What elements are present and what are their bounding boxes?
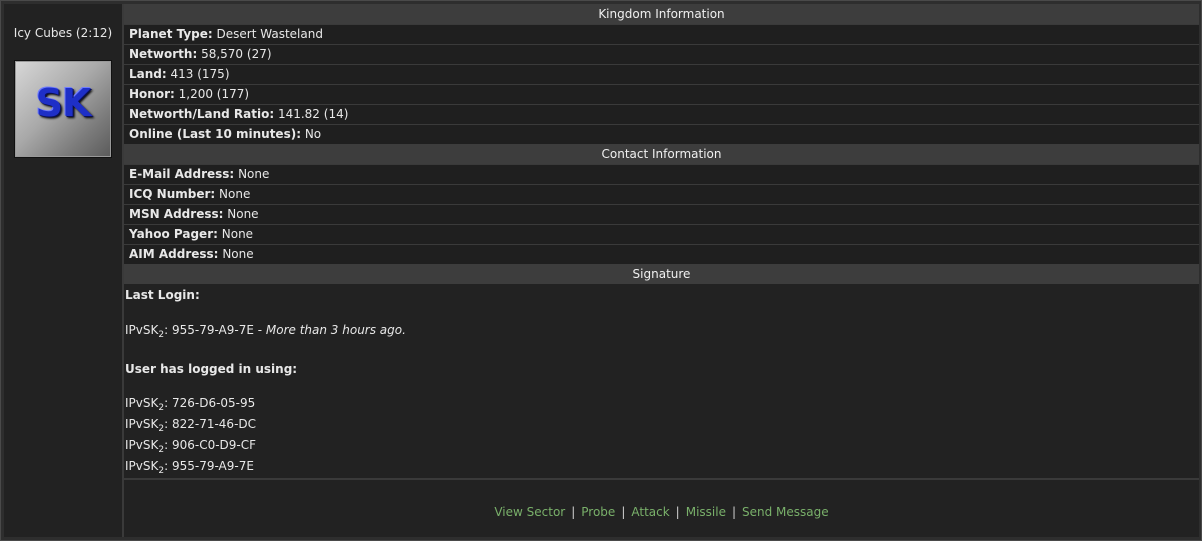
msn-row: MSN Address: None [124, 204, 1199, 224]
row-value: 413 (175) [170, 67, 230, 81]
ip-address: : 822-71-46-DC [164, 417, 257, 431]
row-value: None [221, 227, 254, 241]
ip-address: : 726-D6-05-95 [164, 396, 256, 410]
row-value: None [238, 167, 270, 181]
link-separator: | [675, 505, 680, 519]
row-value: No [304, 127, 322, 141]
ip-prefix: IPvSK [125, 323, 159, 337]
ip-address: : 955-79-A9-7E - [164, 323, 266, 337]
row-label: AIM Address: [129, 247, 219, 261]
row-label: Planet Type: [129, 27, 213, 41]
row-label: E-Mail Address: [129, 167, 235, 181]
row-value: 1,200 (177) [178, 87, 250, 101]
networth-land-ratio-row: Networth/Land Ratio: 141.82 (14) [124, 104, 1199, 124]
aim-row: AIM Address: None [124, 244, 1199, 264]
logo-text: SK [35, 81, 92, 125]
view-sector-link[interactable]: View Sector [494, 505, 565, 519]
row-value: None [222, 247, 254, 261]
row-value: 141.82 (14) [277, 107, 349, 121]
row-label: MSN Address: [129, 207, 224, 221]
ip-prefix: IPvSK [125, 459, 159, 473]
row-value: None [219, 187, 251, 201]
probe-link[interactable]: Probe [581, 505, 615, 519]
honor-row: Honor: 1,200 (177) [124, 84, 1199, 104]
email-row: E-Mail Address: None [124, 164, 1199, 184]
row-label: Networth: [129, 47, 198, 61]
info-panel: Kingdom Information Planet Type: Desert … [124, 4, 1199, 537]
kingdom-info-header: Kingdom Information [124, 4, 1199, 24]
signature-body: Last Login: IPvSK2: 955-79-A9-7E - More … [124, 284, 1199, 477]
kingdom-logo: SK [14, 60, 112, 158]
last-login-entry: IPvSK2: 955-79-A9-7E - More than 3 hours… [125, 320, 1199, 341]
icq-row: ICQ Number: None [124, 184, 1199, 204]
ip-address: : 955-79-A9-7E [164, 459, 254, 473]
link-separator: | [731, 505, 737, 519]
attack-link[interactable]: Attack [631, 505, 669, 519]
row-label: Networth/Land Ratio: [129, 107, 275, 121]
ip-prefix: IPvSK [125, 417, 159, 431]
ip-address: : 906-C0-D9-CF [164, 438, 257, 452]
action-links: View Sector | Probe | Attack | Missile | Send Me… [124, 505, 1199, 519]
send-message-link[interactable]: Send Message [742, 505, 829, 519]
online-row: Online (Last 10 minutes): No [124, 124, 1199, 144]
signature-header: Signature [124, 264, 1199, 284]
link-separator: | [571, 505, 576, 519]
land-row: Land: 413 (175) [124, 64, 1199, 84]
yahoo-row: Yahoo Pager: None [124, 224, 1199, 244]
profile-panel: Icy Cubes (2:12) SK [4, 4, 124, 537]
page-frame: Icy Cubes (2:12) SK Kingdom Information … [0, 0, 1202, 541]
ip-prefix: IPvSK [125, 438, 159, 452]
logged-in-using-label: User has logged in using: [125, 362, 298, 376]
row-label: Yahoo Pager: [129, 227, 218, 241]
row-value: 58,570 (27) [201, 47, 272, 61]
link-separator: | [621, 505, 626, 519]
kingdom-name: Icy Cubes (2:12) [13, 26, 113, 40]
row-value: None [227, 207, 259, 221]
ip-history-item: IPvSK2: 955-79-A9-7E [125, 456, 1199, 477]
ip-history-item: IPvSK2: 726-D6-05-95 [125, 393, 1199, 414]
ip-history-item: IPvSK2: 822-71-46-DC [125, 414, 1199, 435]
row-value: Desert Wasteland [216, 27, 323, 41]
contact-info-header: Contact Information [124, 144, 1199, 164]
row-label: Land: [129, 67, 167, 81]
divider [124, 478, 1199, 480]
row-label: Online (Last 10 minutes): [129, 127, 301, 141]
missile-link[interactable]: Missile [686, 505, 726, 519]
last-login-time: More than 3 hours ago. [265, 323, 406, 337]
last-login-label: Last Login: [125, 288, 200, 302]
ip-prefix: IPvSK [125, 396, 159, 410]
networth-row: Networth: 58,570 (27) [124, 44, 1199, 64]
planet-type-row: Planet Type: Desert Wasteland [124, 24, 1199, 44]
row-label: Honor: [129, 87, 175, 101]
row-label: ICQ Number: [129, 187, 216, 201]
ip-history-item: IPvSK2: 906-C0-D9-CF [125, 435, 1199, 456]
